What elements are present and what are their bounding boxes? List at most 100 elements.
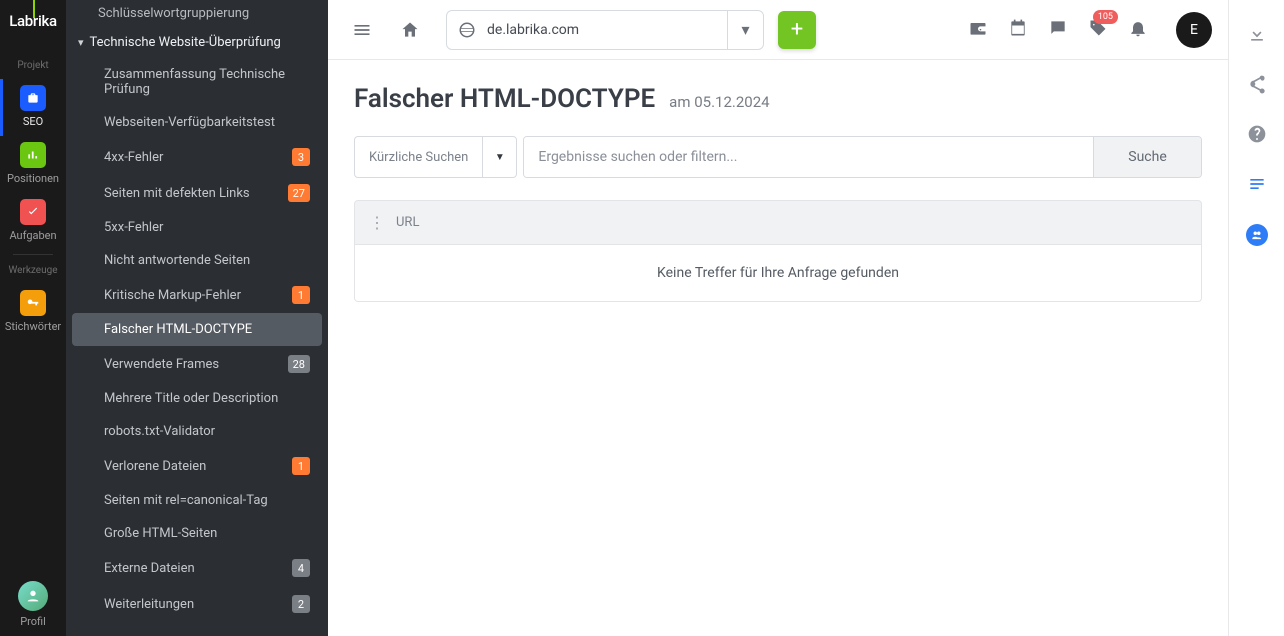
sidebar-item-8[interactable]: Verwendete Frames 28 [72,346,322,382]
sidebar-item-label: Große HTML-Seiten [104,526,310,541]
sidebar-item-label: Nicht antwortende Seiten [104,253,310,268]
sidebar-item-label: 5xx-Fehler [104,220,310,235]
sidebar-item-label: Seiten mit rel=canonical-Tag [104,493,310,508]
share-icon[interactable] [1247,74,1267,98]
sidebar-item-11[interactable]: Verlorene Dateien 1 [72,448,322,484]
no-results-message: Keine Treffer für Ihre Anfrage gefunden [354,245,1202,302]
workspace: de.labrika.com ▾ + 105 E Falscher HTML-D… [328,0,1284,636]
key-icon [20,290,46,316]
rail-item-profile[interactable]: Profil [0,575,66,636]
sidebar-item-15[interactable]: Weiterleitungen 2 [72,586,322,622]
brand-logo: Labrika [9,12,57,30]
sidebar-item-label: Verlorene Dateien [104,459,284,474]
avatar-icon [18,581,48,611]
rail-section-tools: Werkzeuge [8,265,57,276]
page-title: Falscher HTML-DOCTYPE [354,84,655,114]
sidebar-item-badge: 28 [288,355,310,373]
rail-item-seo[interactable]: SEO [0,79,66,136]
wallet-icon[interactable] [968,18,988,42]
more-vertical-icon[interactable]: ⋮ [369,213,384,232]
page-content: Falscher HTML-DOCTYPE am 05.12.2024 Kürz… [328,60,1228,636]
sidebar-item-badge: 27 [288,184,310,202]
sidebar-item-10[interactable]: robots.txt-Validator [72,415,322,448]
user-avatar[interactable]: E [1176,12,1212,48]
sidebar-item-label: Falscher HTML-DOCTYPE [104,322,310,337]
sidebar-item-2[interactable]: 4xx-Fehler 3 [72,139,322,175]
main-column: de.labrika.com ▾ + 105 E Falscher HTML-D… [328,0,1228,636]
filter-row: Kürzliche Suchen ▼ Suche [354,136,1202,178]
calendar-icon[interactable] [1008,18,1028,42]
recent-searches-label: Kürzliche Suchen [355,150,482,165]
sidebar-item-14[interactable]: Externe Dateien 4 [72,550,322,586]
rail-item-positions[interactable]: Positionen [0,136,66,193]
sidebar-item-badge: 2 [292,595,310,613]
rail-label-profile: Profil [20,615,46,628]
sidebar-item-label: Webseiten-Verfügbarkeitstest [104,115,310,130]
add-button[interactable]: + [778,11,816,49]
download-icon[interactable] [1247,24,1267,48]
site-picker-caret[interactable]: ▾ [727,11,763,49]
help-icon[interactable] [1247,124,1267,148]
rail-label-tasks: Aufgaben [9,229,56,242]
sidebar-item-badge: 1 [292,457,310,475]
right-tool-rail [1228,0,1284,636]
list-icon[interactable] [1247,174,1267,198]
rail-item-tasks[interactable]: Aufgaben [0,193,66,250]
sidebar-item-12[interactable]: Seiten mit rel=canonical-Tag [72,484,322,517]
sidebar-group-title: Technische Website-Überprüfung [90,35,281,50]
chart-icon [20,142,46,168]
chevron-down-icon: ▾ [78,36,84,49]
sidebar-item-label: Weiterleitungen [104,597,284,612]
home-button[interactable] [392,12,428,48]
menu-button[interactable] [344,12,380,48]
rail-divider [13,254,53,255]
globe-icon [447,21,487,39]
sidebar-truncated-item[interactable]: Schlüsselwortgruppierung [66,0,328,27]
check-icon [20,199,46,225]
topbar: de.labrika.com ▾ + 105 E [328,0,1228,60]
rail-item-keywords[interactable]: Stichwörter [0,284,66,341]
sidebar-item-label: Mehrere Title oder Description [104,391,310,406]
briefcase-icon [20,85,46,111]
search-button[interactable]: Suche [1093,137,1201,177]
rail-section-project: Projekt [17,60,48,71]
sidebar-item-5[interactable]: Nicht antwortende Seiten [72,244,322,277]
sidebar-item-label: Externe Dateien [104,561,284,576]
sidebar-item-label: Kritische Markup-Fehler [104,288,284,303]
rail-label-keywords: Stichwörter [5,320,61,333]
sidebar-item-badge: 4 [292,559,310,577]
sidebar-item-label: 4xx-Fehler [104,150,284,165]
app-rail: Labrika Projekt SEO Positionen Aufgaben … [0,0,66,636]
site-picker[interactable]: de.labrika.com ▾ [446,10,764,50]
sidebar-item-7[interactable]: Falscher HTML-DOCTYPE [72,313,322,346]
chevron-down-icon: ▼ [482,137,516,177]
search-wrap: Suche [523,136,1202,178]
sidebar-item-label: Seiten mit defekten Links [104,186,280,201]
sidebar-item-badge: 1 [292,286,310,304]
sidebar-item-4[interactable]: 5xx-Fehler [72,211,322,244]
plus-icon: + [791,17,803,42]
sidebar-item-label: Zusammenfassung Technische Prüfung [104,67,310,97]
sidebar-item-badge: 3 [292,148,310,166]
sidebar-item-13[interactable]: Große HTML-Seiten [72,517,322,550]
sidebar-item-3[interactable]: Seiten mit defekten Links 27 [72,175,322,211]
sidebar-item-9[interactable]: Mehrere Title oder Description [72,382,322,415]
sidebar: Schlüsselwortgruppierung ▾ Technische We… [66,0,328,636]
sidebar-item-1[interactable]: Webseiten-Verfügbarkeitstest [72,106,322,139]
page-date: am 05.12.2024 [669,93,769,111]
recent-searches-dropdown[interactable]: Kürzliche Suchen ▼ [354,136,517,178]
rail-label-seo: SEO [23,115,43,128]
bell-icon[interactable] [1128,18,1148,42]
sidebar-group-technical[interactable]: ▾ Technische Website-Überprüfung [66,27,328,58]
tag-icon[interactable]: 105 [1088,18,1108,42]
results-table-header: ⋮ URL [354,200,1202,245]
sidebar-item-6[interactable]: Kritische Markup-Fehler 1 [72,277,322,313]
group-icon[interactable] [1246,224,1268,246]
chat-icon[interactable] [1048,18,1068,42]
sidebar-item-0[interactable]: Zusammenfassung Technische Prüfung [72,58,322,106]
notification-count: 105 [1093,10,1118,24]
site-domain-text: de.labrika.com [487,22,727,38]
sidebar-item-label: Verwendete Frames [104,357,280,372]
rail-label-positions: Positionen [7,172,59,185]
search-input[interactable] [524,137,1093,177]
